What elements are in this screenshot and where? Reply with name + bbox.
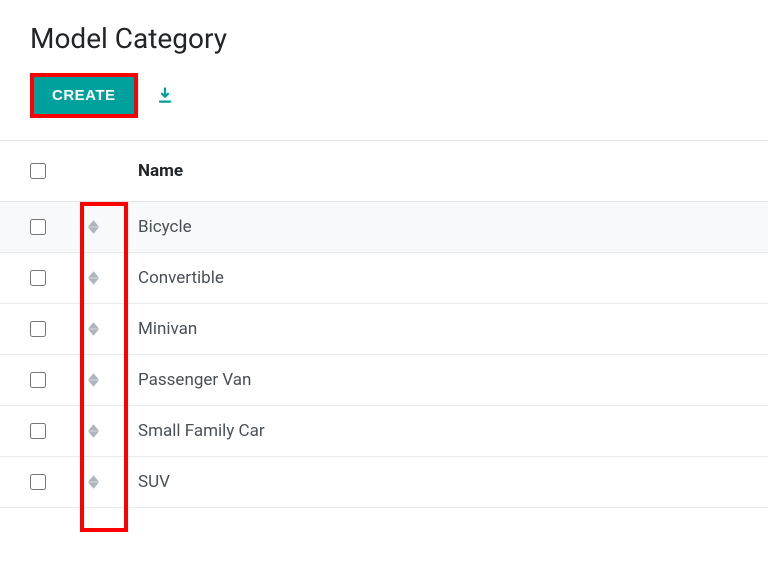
table-row[interactable]: SUV (0, 457, 768, 508)
row-checkbox[interactable] (30, 219, 46, 235)
row-checkbox[interactable] (30, 423, 46, 439)
select-all-checkbox[interactable] (30, 163, 46, 179)
toolbar: CREATE (30, 73, 768, 140)
import-icon[interactable] (156, 87, 174, 105)
row-name-cell: Minivan (138, 319, 197, 339)
drag-handle-icon[interactable] (88, 271, 99, 285)
row-checkbox[interactable] (30, 474, 46, 490)
row-checkbox[interactable] (30, 372, 46, 388)
row-name-cell: Small Family Car (138, 421, 265, 441)
table-body: Bicycle Convertible Minivan (0, 202, 768, 508)
table-row[interactable]: Minivan (0, 304, 768, 355)
drag-handle-icon[interactable] (88, 322, 99, 336)
row-checkbox[interactable] (30, 270, 46, 286)
table-header: Name (0, 141, 768, 202)
drag-handle-icon[interactable] (88, 220, 99, 234)
row-name-cell: SUV (138, 472, 170, 492)
table-row[interactable]: Convertible (0, 253, 768, 304)
page-title: Model Category (30, 22, 768, 55)
drag-handle-icon[interactable] (88, 475, 99, 489)
row-name-cell: Passenger Van (138, 370, 251, 390)
row-name-cell: Bicycle (138, 217, 192, 237)
column-header-name[interactable]: Name (138, 161, 183, 181)
category-table: Name Bicycle Convertible (0, 140, 768, 508)
create-button[interactable]: CREATE (34, 77, 134, 114)
row-checkbox[interactable] (30, 321, 46, 337)
create-button-highlight: CREATE (30, 73, 138, 118)
row-name-cell: Convertible (138, 268, 224, 288)
table-row[interactable]: Bicycle (0, 202, 768, 253)
drag-handle-icon[interactable] (88, 373, 99, 387)
table-row[interactable]: Small Family Car (0, 406, 768, 457)
table-row[interactable]: Passenger Van (0, 355, 768, 406)
drag-handle-icon[interactable] (88, 424, 99, 438)
